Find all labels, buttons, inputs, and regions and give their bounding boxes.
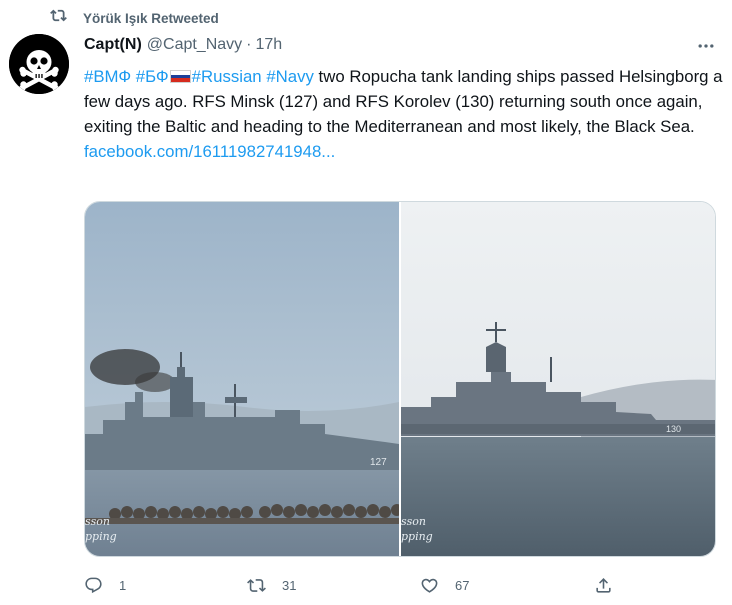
- tweet-header: Capt(N) @Capt_Navy · 17h: [84, 36, 282, 54]
- retweet-count: 31: [282, 577, 297, 593]
- share-icon: [596, 577, 611, 593]
- author-handle[interactable]: @Capt_Navy: [147, 36, 242, 54]
- watermark-right: sson pping: [401, 515, 433, 543]
- media-grid: 127 sson pping 130 sson pping: [84, 201, 716, 557]
- hull-number-130: 130: [666, 424, 681, 434]
- retweet-button[interactable]: 31: [247, 571, 296, 599]
- retweet-icon: [50, 7, 67, 29]
- separator-dot: ·: [246, 36, 252, 53]
- retweet-icon: [247, 578, 266, 592]
- hashtag-bf[interactable]: #БФ: [136, 67, 169, 86]
- russian-flag-emoji: [169, 70, 191, 83]
- pirate-skull-avatar: [9, 34, 69, 94]
- author-name[interactable]: Capt(N): [84, 36, 142, 54]
- photo-ship-127[interactable]: 127 sson pping: [85, 202, 399, 556]
- tweet-time[interactable]: 17h: [255, 36, 282, 54]
- external-link[interactable]: facebook.com/16111982741948...: [84, 142, 335, 161]
- like-count: 67: [455, 577, 470, 593]
- hashtag-navy[interactable]: #Navy: [266, 67, 314, 86]
- action-bar: 1 31 67: [84, 571, 724, 599]
- heart-icon: [421, 578, 438, 593]
- share-button[interactable]: [594, 571, 613, 599]
- reply-icon: [85, 577, 102, 593]
- reply-button[interactable]: 1: [84, 571, 126, 599]
- retweet-indicator: Yörük Işık Retweeted: [50, 9, 219, 27]
- avatar[interactable]: [9, 34, 69, 94]
- hull-number-127: 127: [370, 457, 387, 468]
- photo-ship-130[interactable]: 130 sson pping: [401, 202, 715, 556]
- more-options-button[interactable]: [694, 36, 718, 56]
- reply-count: 1: [119, 577, 127, 593]
- more-icon: [698, 44, 714, 48]
- like-button[interactable]: 67: [420, 571, 469, 599]
- watermark-left: sson pping: [85, 515, 117, 543]
- tweet-card[interactable]: Yörük Işık Retweeted Capt(N) @Capt_Navy …: [0, 0, 732, 605]
- tweet-text: #ВМФ #БФ #Russian #Navy two Ropucha tank …: [84, 64, 724, 164]
- hashtag-russian[interactable]: #Russian: [192, 67, 262, 86]
- hashtag-vmf[interactable]: #ВМФ: [84, 67, 131, 86]
- retweet-label[interactable]: Yörük Işık Retweeted: [83, 11, 219, 26]
